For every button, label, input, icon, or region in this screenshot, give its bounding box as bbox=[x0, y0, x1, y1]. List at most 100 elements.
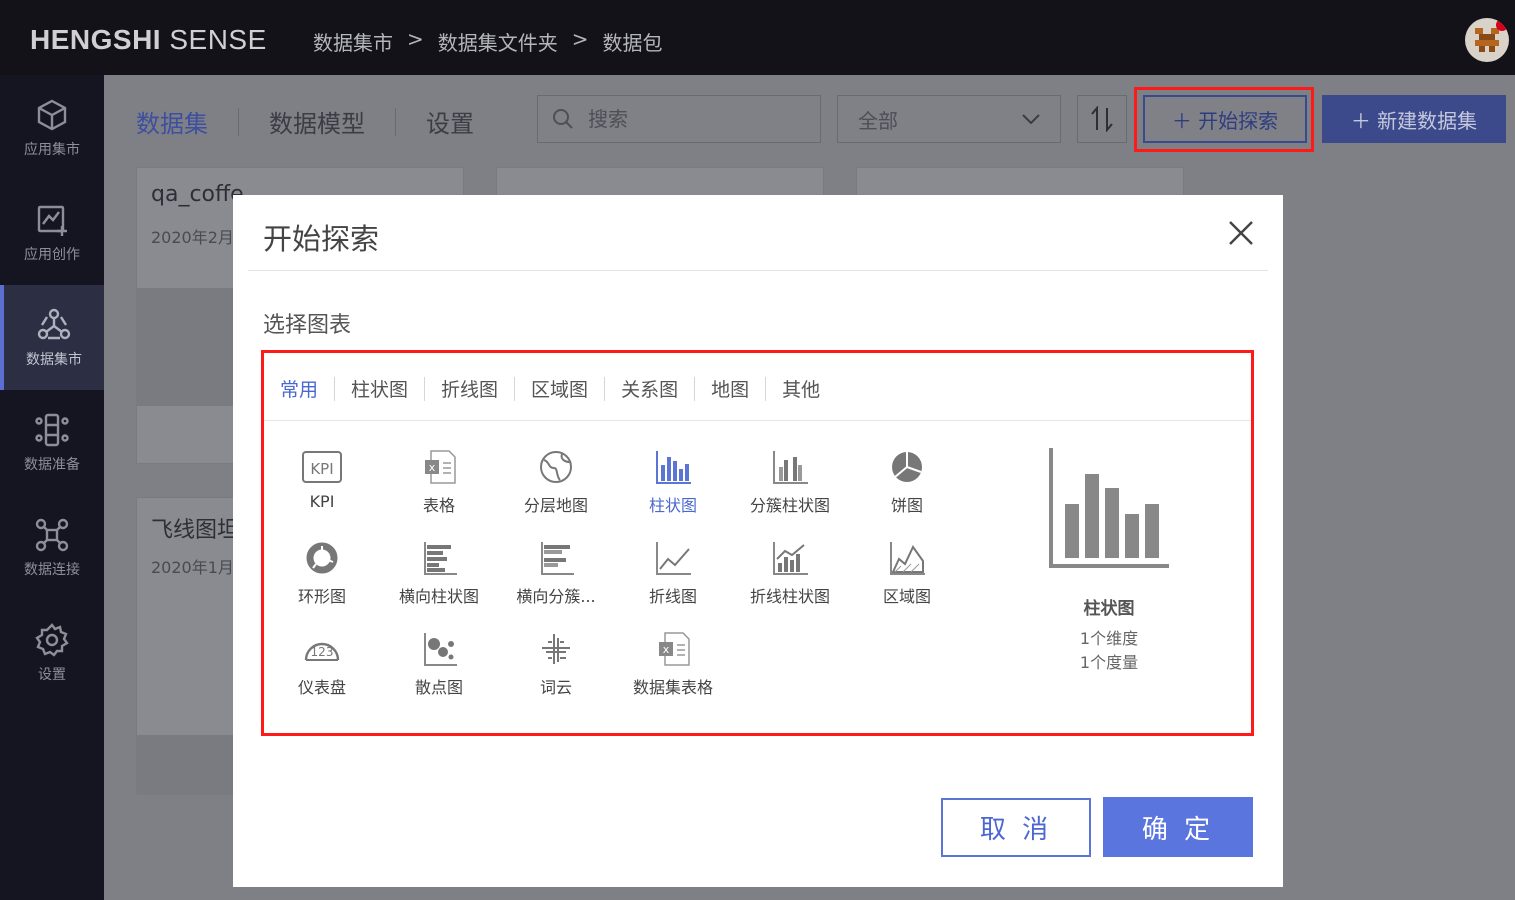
preview-measures: 1个度量 bbox=[1079, 653, 1139, 672]
filter-select[interactable]: 全部 bbox=[837, 95, 1061, 143]
chart-type-label: 分簇柱状图 bbox=[749, 496, 830, 515]
tab-other[interactable]: 其他 bbox=[782, 375, 820, 402]
chart-type-label: 仪表盘 bbox=[297, 678, 346, 697]
chart-type-table[interactable]: x 表格 bbox=[381, 448, 497, 528]
line-chart-icon bbox=[656, 542, 691, 575]
sidebar-item-app-create[interactable]: 应用创作 bbox=[0, 180, 104, 285]
chart-type-scatter[interactable]: 散点图 bbox=[381, 630, 497, 710]
confirm-button[interactable]: 确 定 bbox=[1103, 797, 1253, 857]
breadcrumb-separator: > bbox=[571, 27, 589, 51]
chart-type-label: 数据集表格 bbox=[632, 678, 713, 697]
sidebar-item-label: 应用集市 bbox=[24, 141, 80, 158]
horizontal-bar-icon bbox=[424, 542, 457, 575]
tab-bar[interactable]: 柱状图 bbox=[351, 375, 408, 402]
chart-type-horizontal-grouped-bar[interactable]: 横向分簇... bbox=[498, 539, 614, 619]
chart-type-horizontal-bar[interactable]: 横向柱状图 bbox=[381, 539, 497, 619]
filter-select-value: 全部 bbox=[858, 108, 898, 133]
data-prep-icon bbox=[35, 413, 69, 446]
chart-type-line-bar[interactable]: 折线柱状图 bbox=[732, 539, 848, 619]
search-icon bbox=[553, 109, 573, 129]
svg-text:x: x bbox=[429, 461, 436, 474]
chart-category-tabs: 常用 柱状图 折线图 区域图 关系图 地图 其他 bbox=[280, 375, 820, 402]
tab-data-model[interactable]: 数据模型 bbox=[269, 104, 365, 139]
logo-bold-text: HENGSHI bbox=[30, 24, 162, 55]
user-avatar[interactable] bbox=[1465, 18, 1509, 62]
tab-divider bbox=[765, 376, 767, 401]
chart-type-label: 散点图 bbox=[414, 678, 463, 697]
chart-type-bar[interactable]: 柱状图 bbox=[615, 448, 731, 528]
chart-type-dataset-table[interactable]: x 数据集表格 bbox=[615, 630, 731, 710]
logo-light-text: SENSE bbox=[161, 24, 267, 55]
tab-divider bbox=[238, 107, 239, 136]
top-bar: HENGSHI SENSE 数据集市 > 数据集文件夹 > 数据包 bbox=[0, 0, 1515, 75]
sidebar-item-label: 数据集市 bbox=[26, 351, 82, 368]
sidebar-item-settings[interactable]: 设置 bbox=[0, 600, 104, 705]
hexagon-network-icon bbox=[37, 308, 71, 339]
grouped-bar-icon bbox=[773, 451, 808, 484]
area-chart-icon bbox=[890, 542, 925, 575]
chart-type-label: 横向分簇... bbox=[516, 587, 596, 606]
donut-chart-icon bbox=[306, 542, 338, 574]
dialog-divider bbox=[248, 270, 1268, 271]
chart-preview: 柱状图 1个维度 1个度量 bbox=[1044, 448, 1174, 678]
sidebar-item-app-market[interactable]: 应用集市 bbox=[0, 75, 104, 180]
chart-type-layered-map[interactable]: 分层地图 bbox=[498, 448, 614, 528]
chart-type-line[interactable]: 折线图 bbox=[615, 539, 731, 619]
gear-icon bbox=[35, 622, 69, 657]
chart-type-area[interactable]: 区域图 bbox=[849, 539, 965, 619]
start-explore-button[interactable]: ＋ 开始探索 bbox=[1143, 95, 1307, 143]
tab-common[interactable]: 常用 bbox=[280, 375, 318, 402]
dataset-table-icon: x bbox=[659, 632, 690, 666]
svg-text:KPI: KPI bbox=[310, 460, 333, 478]
chart-type-label: 横向柱状图 bbox=[398, 587, 479, 606]
sidebar-item-data-market[interactable]: 数据集市 bbox=[0, 285, 104, 390]
tab-divider bbox=[604, 376, 606, 401]
breadcrumb-item[interactable]: 数据集市 bbox=[313, 27, 393, 56]
chart-type-label: 柱状图 bbox=[648, 496, 697, 515]
pie-chart-icon bbox=[892, 452, 922, 482]
cancel-button[interactable]: 取 消 bbox=[941, 798, 1091, 857]
new-dataset-button[interactable]: ＋ 新建数据集 bbox=[1322, 95, 1506, 143]
dataset-card-date: 2020年1月 bbox=[151, 558, 234, 577]
preview-chart-requirements: 1个维度 1个度量 bbox=[1080, 627, 1138, 675]
chart-type-grouped-bar[interactable]: 分簇柱状图 bbox=[732, 448, 848, 528]
chart-add-icon bbox=[37, 205, 67, 236]
tab-line[interactable]: 折线图 bbox=[441, 375, 498, 402]
tab-map[interactable]: 地图 bbox=[711, 375, 749, 402]
breadcrumb-separator: > bbox=[407, 27, 424, 51]
close-icon[interactable] bbox=[1228, 220, 1254, 246]
tab-divider bbox=[694, 376, 696, 401]
globe-icon bbox=[540, 451, 572, 483]
tab-datasets[interactable]: 数据集 bbox=[136, 104, 208, 139]
sidebar-item-label: 应用创作 bbox=[24, 246, 80, 263]
chart-type-label: 表格 bbox=[422, 496, 455, 515]
sidebar-item-data-connect[interactable]: 数据连接 bbox=[0, 495, 104, 600]
tab-settings[interactable]: 设置 bbox=[426, 104, 474, 139]
sidebar-item-data-prep[interactable]: 数据准备 bbox=[0, 390, 104, 495]
dataset-card-title: qa_coffe bbox=[151, 182, 244, 207]
sort-icon bbox=[1091, 106, 1113, 132]
scatter-icon bbox=[424, 633, 457, 666]
breadcrumb: 数据集市 > 数据集文件夹 > 数据包 bbox=[313, 27, 663, 56]
chart-type-donut[interactable]: 环形图 bbox=[264, 539, 380, 619]
notification-dot bbox=[1496, 19, 1508, 31]
chart-type-label: 分层地图 bbox=[523, 496, 588, 515]
chevron-down-icon bbox=[1022, 114, 1040, 124]
dataset-card-title: 飞线图坦 bbox=[151, 518, 240, 543]
chart-type-kpi[interactable]: KPI KPI bbox=[264, 448, 380, 528]
chart-selection-panel: 常用 柱状图 折线图 区域图 关系图 地图 其他 KPI KPI x 表格 分层… bbox=[261, 350, 1254, 736]
sidebar-item-label: 数据连接 bbox=[24, 561, 80, 578]
tab-divider bbox=[514, 376, 516, 401]
chart-type-pie[interactable]: 饼图 bbox=[849, 448, 965, 528]
kpi-icon: KPI bbox=[302, 451, 342, 483]
main-tabs: 数据集 数据模型 设置 bbox=[136, 104, 474, 139]
tab-area[interactable]: 区域图 bbox=[531, 375, 588, 402]
tab-relation[interactable]: 关系图 bbox=[621, 375, 678, 402]
chart-type-word-cloud[interactable]: 词云 bbox=[498, 630, 614, 710]
search-input[interactable] bbox=[588, 107, 808, 131]
sort-button[interactable] bbox=[1077, 95, 1127, 143]
breadcrumb-item[interactable]: 数据集文件夹 bbox=[438, 27, 558, 56]
table-excel-icon: x bbox=[425, 450, 456, 484]
app-logo[interactable]: HENGSHI SENSE bbox=[30, 24, 267, 56]
chart-type-gauge[interactable]: 123 仪表盘 bbox=[264, 630, 380, 710]
